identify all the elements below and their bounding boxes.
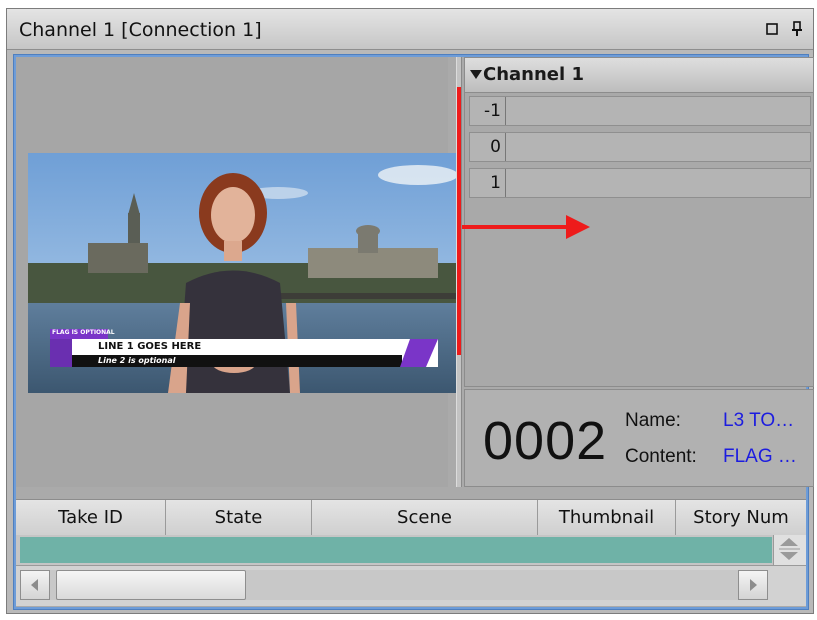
column-state[interactable]: State	[166, 500, 312, 536]
column-thumbnail[interactable]: Thumbnail	[538, 500, 676, 536]
channel-row[interactable]: -1	[469, 96, 811, 126]
channel-row-index: -1	[470, 97, 506, 125]
scroll-corner	[772, 566, 806, 606]
take-info-panel: 0002 Name: L3 TO… Content: FLAG …	[464, 389, 814, 487]
channel-window: Channel 1 [Connection 1] FLAG IS OPTIONA…	[6, 8, 814, 614]
content-value[interactable]: FLAG …	[723, 446, 797, 468]
annotation-red-line	[457, 87, 461, 355]
column-story-num[interactable]: Story Num	[676, 500, 806, 536]
annotation-arrow-icon	[462, 215, 590, 239]
table-row[interactable]	[20, 537, 772, 563]
scroll-up-down-icon[interactable]	[774, 535, 805, 563]
pin-icon[interactable]	[789, 21, 805, 37]
lower-third-line2: Line 2 is optional	[98, 356, 176, 365]
arrow-left-icon	[31, 579, 38, 591]
channel-header-label: Channel 1	[483, 64, 584, 85]
column-take-id[interactable]: Take ID	[16, 500, 166, 536]
channel-row-index: 0	[470, 133, 506, 161]
scroll-right-button[interactable]	[738, 570, 768, 600]
content-label: Content:	[625, 446, 697, 467]
table-body	[16, 535, 806, 565]
arrow-right-icon	[750, 579, 757, 591]
preview-area: FLAG IS OPTIONAL LINE 1 GOES HERE Line 2…	[16, 57, 458, 487]
lower-third-flag: FLAG IS OPTIONAL	[52, 329, 115, 336]
channel-row[interactable]: 1	[469, 168, 811, 198]
name-label: Name:	[625, 410, 681, 431]
horizontal-scrollbar	[16, 565, 806, 606]
scroll-left-button[interactable]	[20, 570, 50, 600]
window-titlebar[interactable]: Channel 1 [Connection 1]	[7, 9, 813, 50]
lower-third-graphic: FLAG IS OPTIONAL LINE 1 GOES HERE Line 2…	[50, 329, 438, 367]
channel-row[interactable]: 0	[469, 132, 811, 162]
window-title: Channel 1 [Connection 1]	[19, 19, 262, 41]
take-number: 0002	[483, 411, 608, 471]
name-value[interactable]: L3 TO…	[723, 410, 794, 432]
scroll-thumb[interactable]	[56, 570, 246, 600]
vertical-scrollbar[interactable]	[773, 535, 806, 565]
channel-row-index: 1	[470, 169, 506, 197]
table-header: Take ID State Scene Thumbnail Story Num	[16, 499, 806, 537]
lower-third-line1: LINE 1 GOES HERE	[98, 341, 202, 352]
channel-content: FLAG IS OPTIONAL LINE 1 GOES HERE Line 2…	[16, 57, 814, 607]
channel-content-frame: FLAG IS OPTIONAL LINE 1 GOES HERE Line 2…	[13, 54, 814, 610]
restore-icon[interactable]	[764, 21, 780, 37]
column-scene[interactable]: Scene	[312, 500, 538, 536]
collapse-triangle-icon[interactable]	[470, 70, 482, 79]
preview-video[interactable]: FLAG IS OPTIONAL LINE 1 GOES HERE Line 2…	[28, 153, 458, 393]
channel-header[interactable]: Channel 1	[465, 58, 813, 93]
